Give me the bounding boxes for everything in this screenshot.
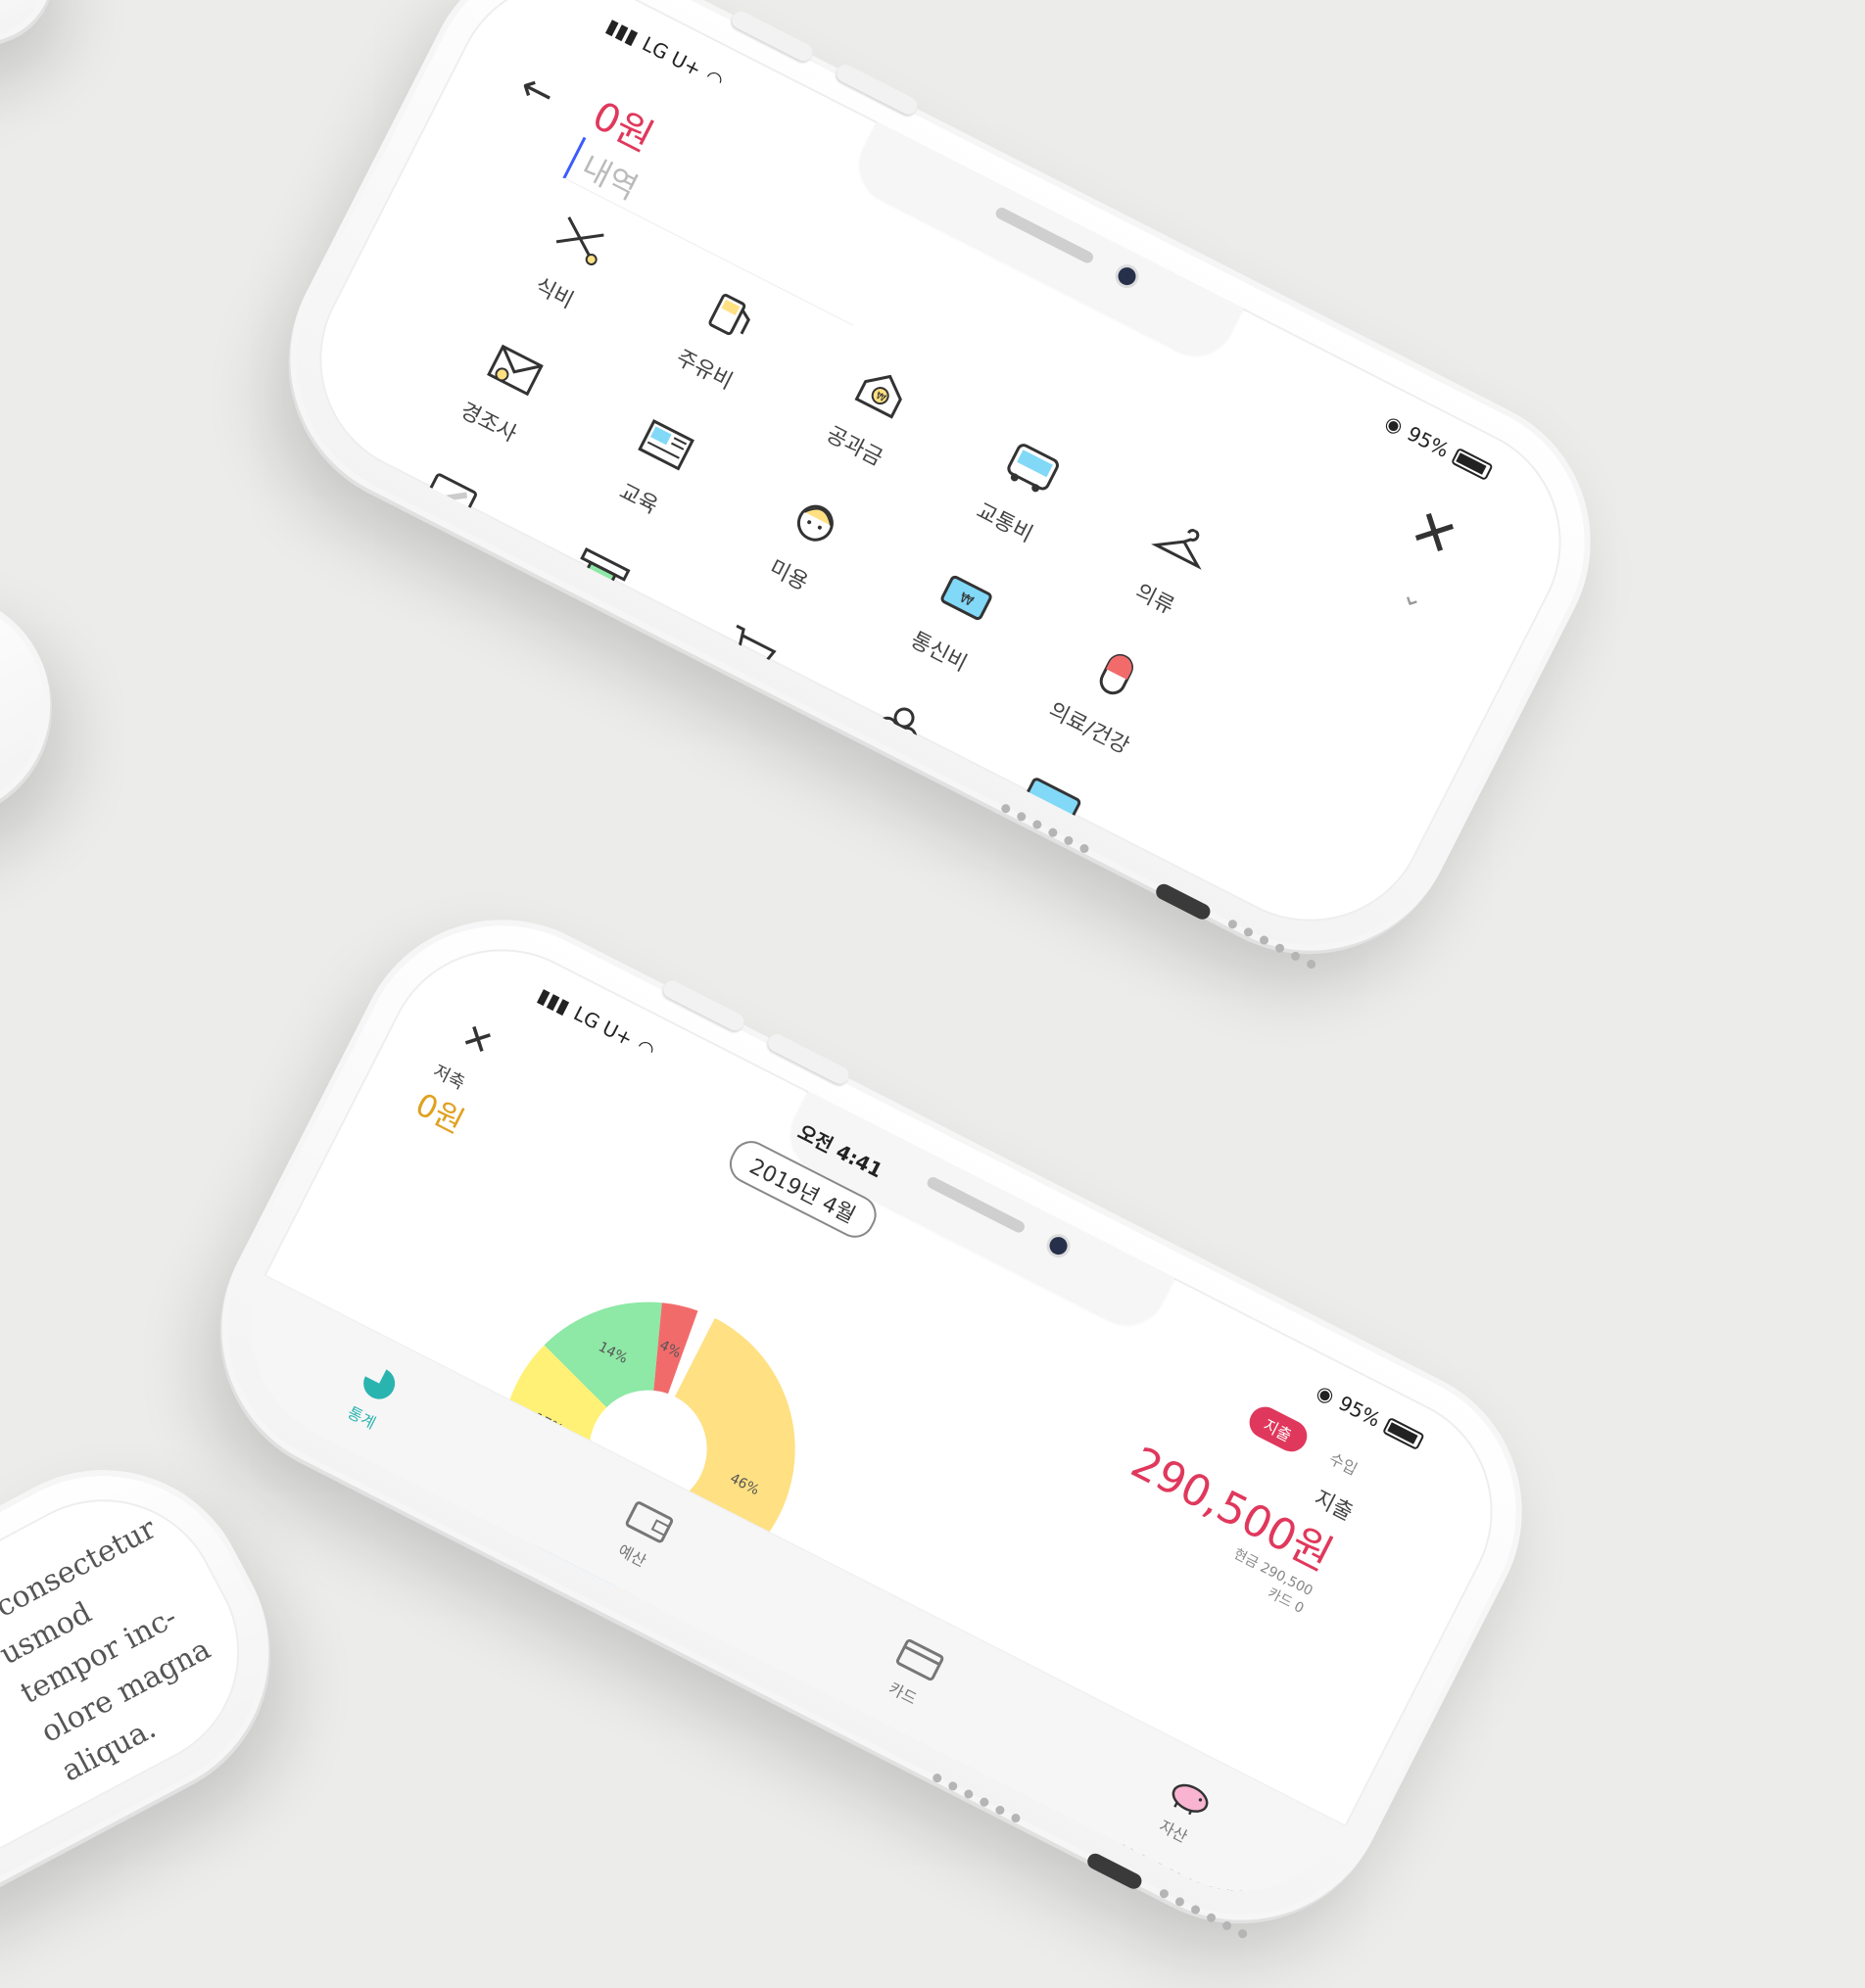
nav-tab-label: 카드 — [885, 1679, 921, 1709]
category-label: 식비 — [530, 273, 578, 314]
category-item[interactable]: 커피 — [876, 865, 1075, 962]
category-amount-row: 42,000원(14%) — [1037, 1889, 1210, 1931]
battery-text: 95% — [1403, 421, 1454, 462]
category-bar-row[interactable]: 교통비 — [211, 1589, 658, 1882]
piggy-bank-icon — [786, 809, 884, 903]
savings-amount: 0원 — [409, 1085, 470, 1141]
lightning-port — [1153, 880, 1214, 923]
group-icon — [851, 680, 949, 774]
category-label: 저축 — [784, 890, 831, 931]
card-value: 0 — [1291, 1598, 1307, 1617]
category-label: 미용 — [765, 555, 812, 596]
category-label: 의류 — [1130, 580, 1178, 620]
category-bar — [267, 1714, 403, 1800]
category-item[interactable]: 저축 — [726, 788, 925, 961]
category-bar — [290, 1670, 425, 1756]
alarm-icon: ◉ — [1313, 1379, 1339, 1409]
partial-phone-mid-left — [0, 552, 90, 926]
chevron-down-icon[interactable]: ⌄ — [1396, 577, 1431, 616]
phone1-screen: ▮▮▮ LG U+ ◠ ◉ 95% ← 0원 내역 ✕ ⌄ 식비 주유비 ₩ 공과금 교… — [278, 0, 1602, 963]
coffee-icon — [935, 885, 1033, 962]
category-bar — [246, 1757, 359, 1832]
category-item[interactable]: 월급 — [576, 712, 775, 884]
category-label: 인출 — [549, 608, 597, 649]
nav-tab[interactable]: 통계 — [335, 1354, 409, 1438]
category-bar-row[interactable]: 의료/건강 — [211, 1721, 592, 1931]
battery-icon — [1381, 1416, 1425, 1451]
pay-envelope-icon — [636, 733, 734, 827]
lorem-text: , consecteturusmod tempor inc-olore magn… — [0, 1506, 248, 1793]
nav-tab-label: 예산 — [614, 1540, 649, 1571]
nav-tab[interactable]: 예산 — [605, 1492, 680, 1576]
partial-phone-bottom-left: , consecteturusmod tempor inc-olore magn… — [0, 1418, 321, 1970]
partial-phone-top-left — [0, 0, 72, 135]
hand-coin-icon — [335, 580, 433, 674]
speaker-grille — [925, 1175, 1028, 1235]
tablet-icon — [401, 450, 499, 544]
category-label: 회비 — [849, 761, 896, 802]
category-amount: 42,000원 — [1057, 1906, 1206, 1931]
category-label: 용돈 — [333, 661, 380, 701]
category-label: 생활 — [699, 685, 746, 726]
carrier-text: LG U+ — [569, 1001, 638, 1052]
status-left: ▮▮▮ LG U+ ◠ — [534, 983, 659, 1063]
close-icon[interactable]: ✕ — [454, 1016, 499, 1065]
close-icon[interactable]: ✕ — [1400, 496, 1467, 571]
battery-icon — [1450, 447, 1494, 482]
notch — [846, 119, 1245, 368]
category-item[interactable]: 용돈 — [279, 559, 475, 732]
phone2-screen: ▮▮▮ LG U+ ◠ 오전 4:41 ◉ 95% ✕ 저축 0원 2019년 … — [210, 908, 1534, 1932]
phone-category-picker: ▮▮▮ LG U+ ◠ ◉ 95% ← 0원 내역 ✕ ⌄ 식비 주유비 ₩ 공과금 교… — [239, 0, 1642, 1002]
alarm-icon: ◉ — [1381, 409, 1408, 440]
category-label: 문화 — [483, 737, 531, 779]
wifi-icon: ◠ — [701, 64, 728, 93]
category-bars: ₩공과금교통비경조사식비의료/건강 — [210, 1546, 681, 1931]
signal-icon: ▮▮▮ — [534, 982, 574, 1019]
category-label: 가전 — [399, 532, 446, 573]
nav-tab[interactable]: 카드 — [877, 1631, 951, 1714]
front-camera — [1115, 264, 1139, 289]
lightning-port — [1084, 1850, 1145, 1892]
category-item[interactable]: 가전 — [342, 430, 541, 602]
nav-tab[interactable]: 자산 — [1147, 1769, 1221, 1852]
category-label: 교육 — [614, 479, 662, 520]
category-item[interactable]: 문화 — [426, 636, 625, 808]
category-bar — [223, 1801, 264, 1839]
category-bar-row[interactable]: ₩공과금 — [210, 1546, 681, 1839]
battery-text: 95% — [1334, 1391, 1385, 1432]
category-bar — [312, 1627, 656, 1820]
speaker-grille — [993, 206, 1096, 265]
phone-statistics: ▮▮▮ LG U+ ◠ 오전 4:41 ◉ 95% ✕ 저축 0원 2019년 … — [170, 869, 1573, 1971]
status-left: ▮▮▮ LG U+ ◠ — [602, 14, 728, 93]
category-bar-row[interactable]: 경조사 — [211, 1633, 636, 1926]
category-label: 월급 — [633, 814, 681, 855]
cash-withdraw-icon — [551, 527, 649, 621]
nav-tab-label: 통계 — [344, 1402, 379, 1433]
back-arrow-icon[interactable]: ← — [512, 64, 562, 118]
wifi-icon: ◠ — [633, 1033, 659, 1063]
partial-screen: , consecteturusmod tempor inc-olore magn… — [0, 1458, 281, 1930]
status-right: ◉ 95% — [1381, 410, 1495, 484]
bottom-grille-right — [1226, 918, 1317, 970]
category-bar-row[interactable]: 식비 — [211, 1678, 614, 1931]
carrier-text: LG U+ — [638, 31, 706, 82]
cart-icon — [701, 603, 799, 697]
signal-icon: ▮▮▮ — [602, 13, 643, 50]
clapboard-icon — [486, 656, 584, 750]
category-percent: (14%) — [1033, 1926, 1190, 1931]
front-camera — [1046, 1234, 1071, 1258]
